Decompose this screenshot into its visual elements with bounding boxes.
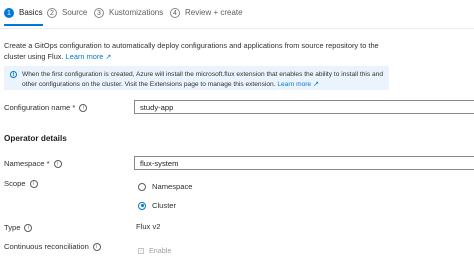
- namespace-label: Namespace * i: [4, 159, 62, 168]
- external-link-icon: ↗: [105, 54, 112, 61]
- info-tooltip-icon[interactable]: i: [92, 242, 101, 251]
- scope-radio-namespace[interactable]: Namespace: [138, 182, 193, 191]
- tab-label: Basics: [19, 8, 43, 17]
- radio-label: Namespace: [152, 182, 193, 191]
- tab-kustomizations[interactable]: 3 Kustomizations: [94, 8, 163, 26]
- tab-label: Kustomizations: [109, 8, 164, 17]
- checkbox-label: Enable: [149, 246, 172, 255]
- operator-details-heading: Operator details: [4, 134, 67, 143]
- tab-basics[interactable]: 1 Basics: [4, 8, 43, 26]
- step-number: 4: [170, 8, 180, 18]
- radio-circle[interactable]: [138, 182, 146, 191]
- type-value: Flux v2: [136, 222, 161, 231]
- tab-label: Source: [62, 8, 88, 17]
- configuration-name-label: Configuration name * i: [4, 103, 88, 112]
- scope-radio-cluster[interactable]: Cluster: [138, 201, 176, 210]
- wizard-tabs: 1 Basics 2 Source 3 Kustomizations 4 Rev…: [0, 0, 474, 28]
- step-number: 2: [47, 8, 57, 18]
- external-link-icon: ↗: [313, 80, 319, 88]
- info-tooltip-icon[interactable]: i: [29, 179, 38, 188]
- intro-text: Create a GitOps configuration to automat…: [4, 40, 384, 63]
- tab-divider: [0, 28, 474, 29]
- radio-label: Cluster: [152, 201, 177, 210]
- enable-checkbox[interactable]: ✓ Enable: [138, 246, 171, 255]
- type-label: Type i: [4, 223, 33, 232]
- checkmark-icon: ✓: [138, 247, 144, 254]
- info-tooltip-icon[interactable]: i: [53, 159, 62, 168]
- namespace-input[interactable]: [134, 156, 474, 170]
- info-tooltip-icon[interactable]: i: [79, 103, 88, 112]
- step-number: 1: [4, 8, 14, 18]
- tab-review-create[interactable]: 4 Review + create: [170, 8, 243, 26]
- info-tooltip-icon[interactable]: i: [24, 223, 33, 232]
- info-banner: i When the first configuration is create…: [4, 66, 389, 90]
- intro-description: Create a GitOps configuration to automat…: [4, 41, 379, 61]
- step-number: 3: [94, 8, 104, 18]
- continuous-reconciliation-label: Continuous reconciliation i: [4, 242, 101, 251]
- tab-label: Review + create: [185, 8, 243, 17]
- info-learn-more-link[interactable]: Learn more ↗: [277, 81, 319, 88]
- info-icon: i: [10, 71, 17, 78]
- info-text: When the first configuration is created,…: [22, 71, 384, 88]
- radio-circle[interactable]: [138, 201, 146, 210]
- scope-label: Scope i: [4, 179, 38, 188]
- tab-source[interactable]: 2 Source: [47, 8, 87, 26]
- configuration-name-input[interactable]: [134, 100, 474, 114]
- learn-more-link[interactable]: Learn more ↗: [66, 52, 112, 61]
